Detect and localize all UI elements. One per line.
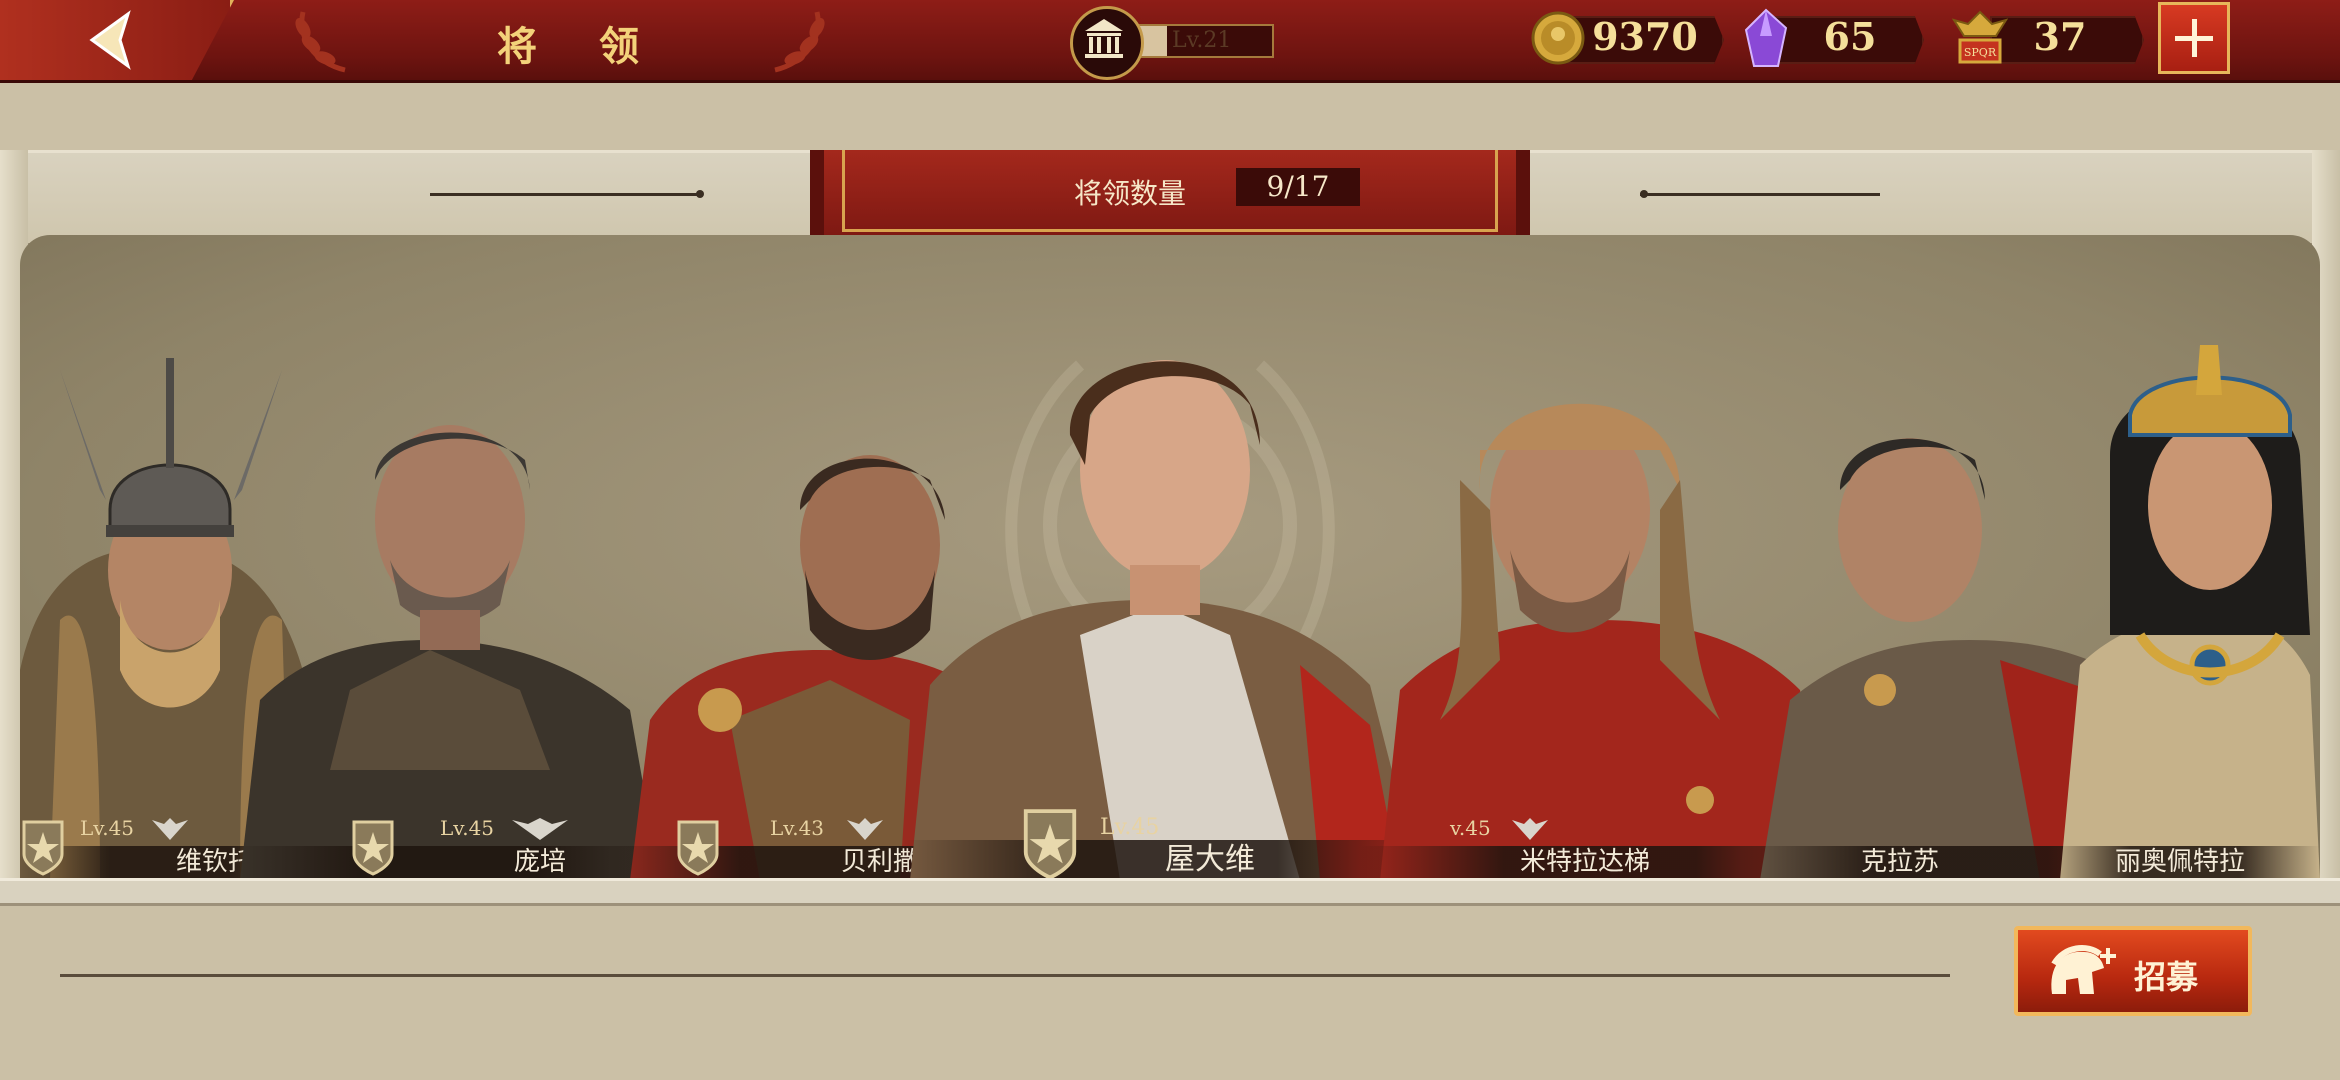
player-level-bar: Lv.21 [1130,24,1274,58]
page-title: 将 领 [497,23,663,70]
top-bar: 将 领 Lv.21 9370 65 SPQR 37 [0,0,2340,83]
wing-badge-icon [152,818,188,840]
hero-portrait-cleopatra [2060,345,2320,880]
gold-value: 9370 [1592,14,1698,59]
wing-badge-icon [1512,818,1548,840]
hero-level: Lv.45 [440,816,495,840]
hero-portrait-octavian [910,360,1420,880]
rank-shield-icon [352,820,394,876]
city-hall-icon[interactable] [1070,6,1144,80]
divider-right [1640,193,1880,196]
spartan-helmet-add-icon [2051,945,2116,994]
commander-count-label: 将领数量 [1074,177,1187,210]
hero-card[interactable]: 丽奥佩特拉 [2050,335,2320,880]
back-button[interactable] [0,0,234,80]
player-level-text: Lv.21 [1172,28,1232,53]
hero-name: 丽奥佩特拉 [2114,847,2245,877]
hero-carousel[interactable]: Lv.45 维钦托 Lv.45 庞培 Lv.43 贝利撒 Lv.45 屋大维 v… [20,235,2320,880]
hero-portrait-pompey [240,425,660,880]
rank-shield-icon [677,820,719,876]
hero-name: 克拉苏 [1860,847,1939,877]
hero-card[interactable]: Lv.45 庞培 [230,390,670,880]
hero-level: Lv.45 [80,816,135,840]
rank-shield-icon [1023,809,1077,880]
recruit-label: 招募 [2134,958,2199,996]
wing-badge-icon [847,818,883,840]
commander-count-value: 9/17 [1236,168,1360,206]
hero-name: 庞培 [513,847,566,877]
svg-text:SPQR: SPQR [1964,46,1997,59]
divider-left-dot [696,190,704,198]
bottom-divider [60,974,1950,977]
hero-name: 屋大维 [1165,842,1255,877]
hero-card-selected[interactable]: Lv.45 屋大维 [900,305,1440,880]
laurel-right-icon [774,11,825,73]
spqr-eagle-icon: SPQR [1951,10,2009,64]
panel-frame-bottom [0,878,2340,906]
gold-coin-icon [1531,11,1585,65]
wing-badge-icon [512,818,568,840]
add-resource-button[interactable] [2158,2,2230,74]
hero-level: Lv.43 [770,816,825,840]
back-arrow-icon [89,10,131,70]
divider-right-dot [1640,190,1648,198]
rank-shield-icon [22,820,64,876]
recruit-button[interactable]: 招募 [2014,926,2252,1016]
divider-left [430,193,700,196]
spqr-value: 37 [2033,14,2087,59]
commander-count-panel: 将领数量 9/17 [810,150,1530,240]
hero-name: 米特拉达梯 [1519,847,1650,877]
gem-value: 65 [1823,14,1877,59]
purple-gem-icon [1744,8,1788,67]
hero-level: v.45 [1450,816,1491,840]
laurel-left-icon [295,11,346,73]
